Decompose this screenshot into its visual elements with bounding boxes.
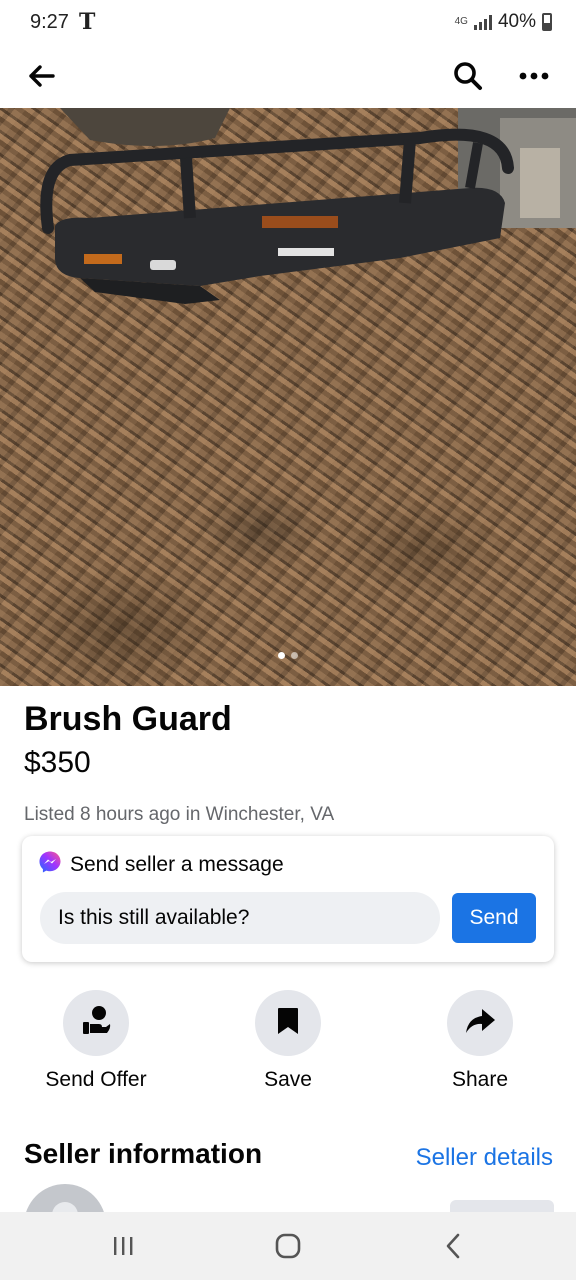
send-offer-icon-circle: [63, 990, 129, 1056]
more-horizontal-icon[interactable]: [512, 54, 556, 98]
arrow-left-icon[interactable]: [20, 54, 64, 98]
brush-guard-illustration: [40, 108, 576, 304]
share-label: Share: [451, 1068, 509, 1091]
seller-details-link[interactable]: Seller details: [416, 1144, 553, 1172]
home-icon[interactable]: [258, 1221, 318, 1271]
listing-price: $350: [24, 746, 91, 779]
back-chevron-icon[interactable]: [423, 1221, 483, 1271]
recents-icon[interactable]: [93, 1221, 153, 1271]
signal-icon: [473, 14, 492, 30]
listing-photo[interactable]: [0, 108, 576, 686]
top-app-bar: [0, 44, 576, 108]
message-card-heading: Send seller a message: [70, 853, 284, 876]
listing-title: Brush Guard: [24, 700, 232, 738]
save-label: Save: [264, 1068, 312, 1091]
search-icon[interactable]: [446, 54, 490, 98]
carrier-logo: T: [78, 9, 96, 35]
battery-percent: 40%: [497, 11, 536, 32]
message-seller-card: Send seller a message Is this still avai…: [22, 836, 554, 962]
send-button[interactable]: Send: [452, 893, 536, 943]
page-dot: [291, 652, 298, 659]
bookmark-icon: [276, 1006, 300, 1041]
status-bar: 9:27 T 4G 40%: [0, 0, 576, 44]
share-arrow-icon: [464, 1007, 496, 1040]
status-time: 9:27: [30, 10, 69, 33]
battery-icon: [542, 13, 552, 31]
share-button[interactable]: Share: [384, 990, 576, 1092]
image-page-dots: [0, 652, 576, 659]
seller-info-heading: Seller information: [24, 1138, 263, 1169]
message-input[interactable]: Is this still available?: [40, 892, 440, 944]
send-offer-label: Send Offer: [45, 1068, 147, 1091]
save-icon-circle: [255, 990, 321, 1056]
share-icon-circle: [447, 990, 513, 1056]
status-icons: 4G 40%: [455, 11, 552, 33]
page-dot-active: [278, 652, 285, 659]
save-button[interactable]: Save: [192, 990, 384, 1092]
network-type: 4G: [454, 16, 468, 27]
listing-actions: Send Offer Save Share: [0, 990, 576, 1092]
messenger-icon: [38, 850, 62, 880]
message-card-header: Send seller a message: [38, 850, 284, 880]
listing-meta: Listed 8 hours ago in Winchester, VA: [24, 804, 335, 825]
send-offer-button[interactable]: Send Offer: [0, 990, 192, 1092]
system-nav-bar: [0, 1212, 576, 1280]
hand-coin-icon: [79, 1004, 113, 1043]
